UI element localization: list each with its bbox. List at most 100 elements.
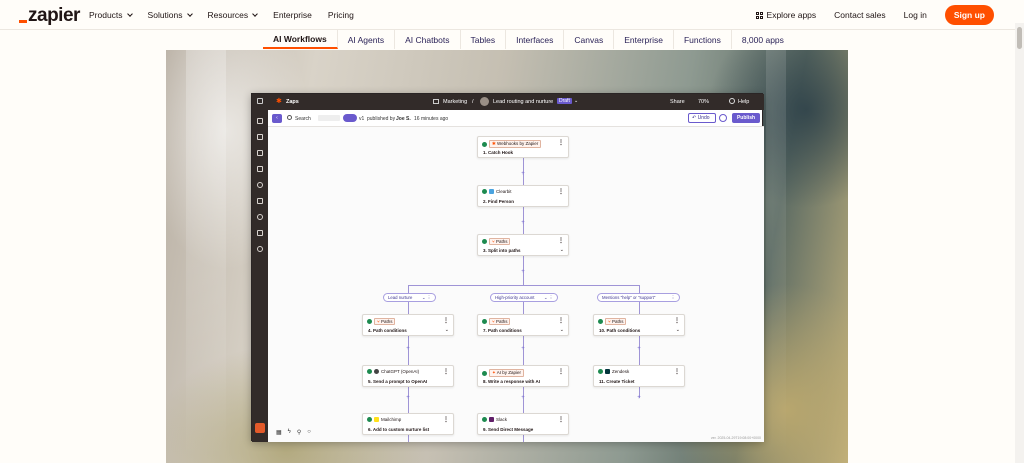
tab-ai-workflows[interactable]: AI Workflows	[263, 30, 338, 49]
more-icon[interactable]: ⋮	[558, 188, 564, 195]
zoom-select[interactable]: 70%	[698, 99, 709, 105]
chevron-down-icon[interactable]: ⌄	[676, 327, 680, 333]
contact-sales-link[interactable]: Contact sales	[834, 10, 886, 20]
add-step-icon[interactable]: +	[519, 171, 527, 177]
step-card[interactable]: ⑂ Paths 4. Path conditions ⋮ ⌄	[362, 314, 454, 336]
more-icon[interactable]: ⋮	[558, 139, 564, 146]
menu-icon[interactable]	[257, 98, 263, 104]
add-step-icon[interactable]: +	[519, 269, 527, 275]
share-button[interactable]: Share	[670, 99, 685, 105]
more-icon[interactable]: ⋮	[674, 368, 680, 375]
step-card[interactable]: Mailchimp 6. Add to custom nurture list …	[362, 413, 454, 435]
canvas-toolbar: ▦ ϟ ⚲ ○	[276, 429, 311, 436]
step-card[interactable]: ⑂ Paths 10. Path conditions ⋮ ⌄	[593, 314, 685, 336]
lock-icon[interactable]	[257, 230, 263, 236]
more-icon[interactable]: ⋮	[443, 416, 449, 423]
add-step-icon[interactable]: +	[519, 346, 527, 352]
more-icon[interactable]: ⋮	[443, 368, 449, 375]
collapse-button[interactable]: ‹	[272, 114, 282, 123]
nav-enterprise[interactable]: Enterprise	[273, 10, 312, 20]
tab-tables[interactable]: Tables	[461, 30, 507, 49]
wand-icon[interactable]: ⚲	[297, 429, 301, 436]
tab-enterprise[interactable]: Enterprise	[614, 30, 674, 49]
app-tag: ⑂ Paths	[605, 318, 627, 325]
grid-icon[interactable]: ▦	[276, 429, 282, 436]
more-icon[interactable]: ⋮	[558, 237, 564, 244]
chevron-down-icon[interactable]: ⌄	[560, 327, 564, 333]
product-subnav: AI Workflows AI Agents AI Chatbots Table…	[263, 30, 794, 49]
settings-icon[interactable]	[257, 214, 263, 220]
tab-canvas[interactable]: Canvas	[564, 30, 615, 49]
add-step-icon[interactable]: +	[404, 346, 412, 352]
nav-products[interactable]: Products	[89, 10, 133, 20]
zap-name[interactable]: Lead routing and nurture	[493, 99, 553, 105]
avatar	[480, 97, 489, 106]
add-step-icon[interactable]: +	[519, 220, 527, 226]
step-card[interactable]: ⑂ Paths 3. Split into paths ⋮ ⌄	[477, 234, 569, 256]
tab-ai-agents[interactable]: AI Agents	[338, 30, 396, 49]
workflow-canvas[interactable]: + + + Lead nurture ⌄ ⋮ High-priority acco…	[268, 127, 764, 442]
branch-label[interactable]: High-priority account ⌄ ⋮	[490, 293, 558, 302]
search-label[interactable]: Search	[295, 116, 311, 122]
version-label: v1	[359, 116, 365, 122]
add-step-icon[interactable]: +	[635, 395, 643, 401]
more-icon[interactable]: ⋮	[674, 317, 680, 324]
more-icon[interactable]: ⋮	[443, 317, 449, 324]
apps-icon[interactable]	[257, 118, 263, 124]
redo-icon[interactable]	[719, 114, 727, 122]
tab-apps[interactable]: 8,000 apps	[732, 30, 794, 49]
chevron-down-icon[interactable]: ⌄	[574, 98, 578, 104]
published-time: 16 minutes ago	[414, 116, 449, 122]
page-scrollbar[interactable]	[1015, 23, 1024, 463]
scrollbar-thumb[interactable]	[1017, 27, 1022, 49]
zendesk-icon	[605, 369, 610, 374]
publish-button[interactable]: Publish	[732, 113, 760, 123]
add-step-icon[interactable]: +	[519, 395, 527, 401]
user-avatar[interactable]	[255, 423, 265, 433]
tab-functions[interactable]: Functions	[674, 30, 732, 49]
nav-pricing[interactable]: Pricing	[328, 10, 354, 20]
undo-button[interactable]: ↶ Undo	[688, 113, 716, 123]
nav-resources[interactable]: Resources	[208, 10, 258, 20]
explore-apps-link[interactable]: Explore apps	[755, 10, 816, 20]
signup-button[interactable]: Sign up	[944, 5, 994, 25]
history-icon[interactable]	[257, 182, 263, 188]
add-step-icon[interactable]: +	[635, 346, 643, 352]
tab-ai-chatbots[interactable]: AI Chatbots	[395, 30, 461, 49]
app-tag: ⑂ Paths	[489, 318, 511, 325]
step-card[interactable]: Clearbit 2. Find Person ⋮	[477, 185, 569, 207]
tab-interfaces[interactable]: Interfaces	[506, 30, 565, 49]
check-icon	[482, 417, 487, 422]
more-icon[interactable]: ⋮	[558, 416, 564, 423]
notifications-icon[interactable]	[257, 198, 263, 204]
help-button[interactable]: Help	[738, 99, 749, 105]
openai-icon	[374, 369, 379, 374]
step-card[interactable]: ✦ AI by Zapier 8. Write a response with …	[477, 365, 569, 387]
chevron-down-icon[interactable]: ⌄	[445, 327, 449, 333]
add-step-icon[interactable]: +	[404, 395, 412, 401]
comment-icon[interactable]	[257, 150, 263, 156]
login-link[interactable]: Log in	[904, 10, 927, 20]
comment-icon[interactable]: ○	[307, 429, 311, 436]
zapier-logo[interactable]: zapier	[19, 5, 80, 27]
step-title: 2. Find Person	[483, 199, 515, 204]
more-icon[interactable]: ⋮	[558, 317, 564, 324]
step-card[interactable]: ✱ Webhooks by Zapier 1. Catch Hook ⋮	[477, 136, 569, 158]
bolt-icon[interactable]: ϟ	[288, 429, 291, 436]
nav-solutions[interactable]: Solutions	[148, 10, 193, 20]
bug-icon[interactable]	[257, 246, 263, 252]
chevron-down-icon[interactable]: ⌄	[560, 247, 564, 253]
publish-toggle[interactable]	[343, 114, 357, 122]
calendar-icon[interactable]	[257, 166, 263, 172]
more-icon[interactable]: ⋮	[558, 368, 564, 375]
step-card[interactable]: ChatGPT (OpenAI) 5. Send a prompt to Ope…	[362, 365, 454, 387]
mailchimp-icon	[374, 417, 379, 422]
branch-label[interactable]: Lead nurture ⌄ ⋮	[383, 293, 436, 302]
file-icon[interactable]	[257, 134, 263, 140]
help-icon[interactable]	[729, 98, 735, 104]
breadcrumb-folder[interactable]: Marketing	[443, 99, 467, 105]
step-card[interactable]: Slack 9. Send Direct Message ⋮	[477, 413, 569, 435]
step-card[interactable]: Zendesk 11. Create Ticket ⋮	[593, 365, 685, 387]
branch-label[interactable]: Mentions "help" or "support" ⋮	[597, 293, 680, 302]
step-card[interactable]: ⑂ Paths 7. Path conditions ⋮ ⌄	[477, 314, 569, 336]
